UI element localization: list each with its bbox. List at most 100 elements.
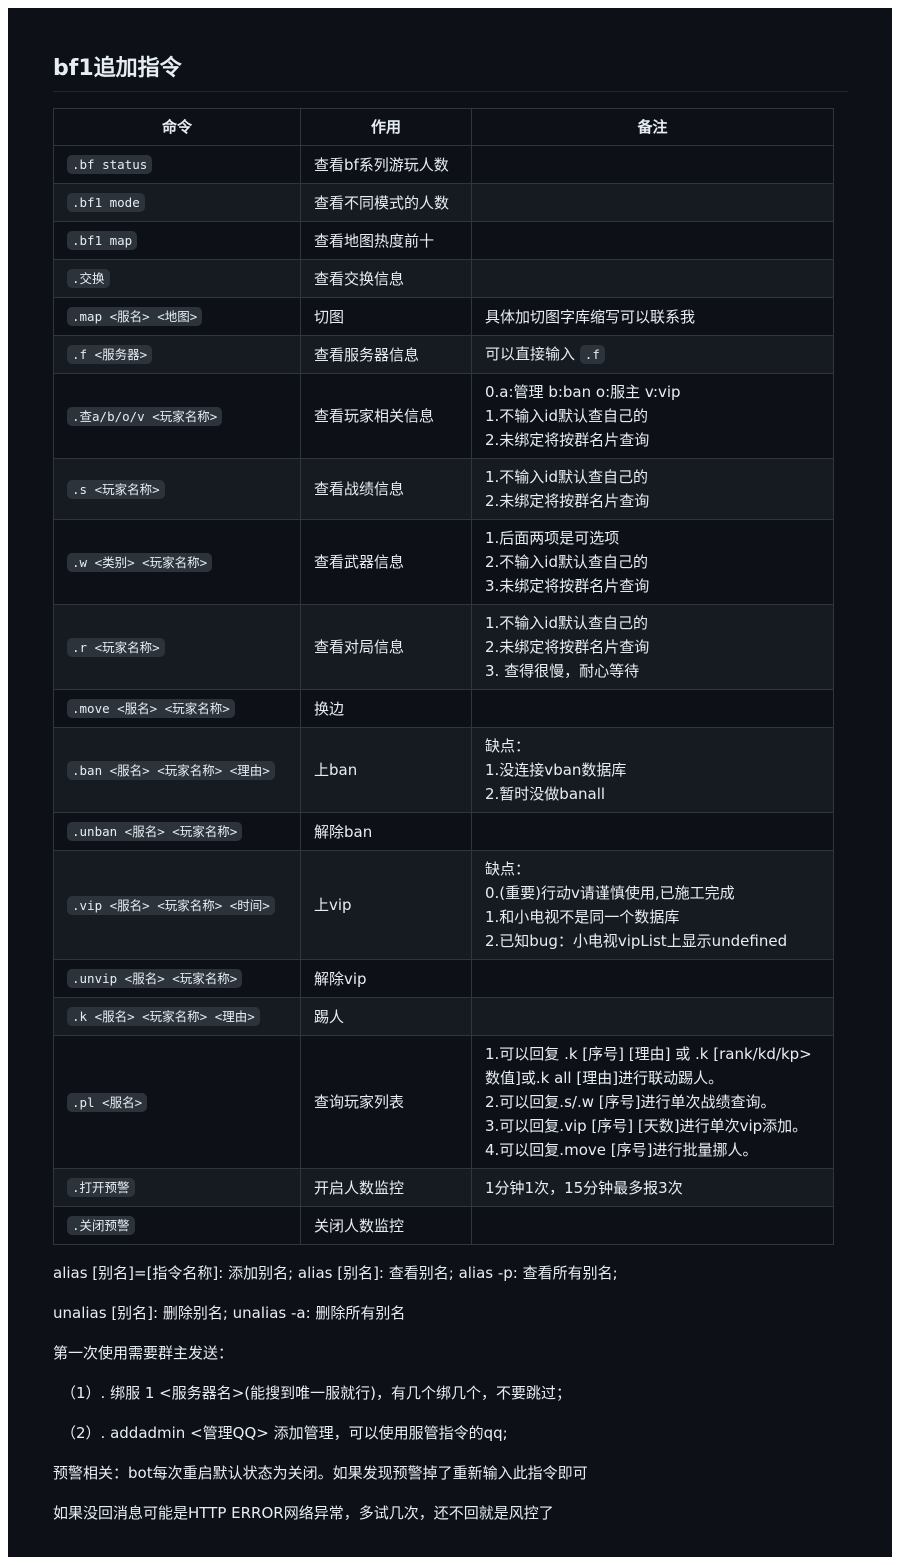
note-line: 1分钟1次，15分钟最多报3次 [485,1176,820,1200]
note-line: 3. 查得很慢，耐心等待 [485,659,820,683]
command-cell: .s <玩家名称> [53,458,301,520]
note-text: 1.不输入id默认查自己的 [485,468,649,486]
function-cell: 查看武器信息 [300,519,472,605]
note-text: 1.可以回复 .k [序号] [理由] 或 .k [rank/kd/kp>数值]… [485,1045,812,1087]
command-code: .交换 [67,269,110,288]
note-line: 1.没连接vban数据库 [485,758,820,782]
note-text: 0.a:管理 b:ban o:服主 v:vip [485,383,681,401]
command-cell: .f <服务器> [53,335,301,374]
function-cell: 查看交换信息 [300,259,472,298]
paragraph: （1）. 绑服 1 <服务器名>(能搜到唯一服就行)，有几个绑几个，不要跳过； [61,1384,572,1402]
command-cell: .unvip <服名> <玩家名称> [53,959,301,998]
paragraph: 第一次使用需要群主发送： [53,1344,234,1362]
notes-cell [471,183,834,222]
command-code: .move <服名> <玩家名称> [67,699,235,718]
command-cell: .查a/b/o/v <玩家名称> [53,373,301,459]
note-text: 4.可以回复.move [序号]进行批量挪人。 [485,1141,758,1159]
header-notes: 备注 [471,108,834,146]
function-cell: 查看不同模式的人数 [300,183,472,222]
notes-cell [471,959,834,998]
paragraph: 预警相关：bot每次重启默认状态为关闭。如果发现预警掉了重新输入此指令即可 [53,1464,588,1482]
note-text: 0.(重要)行动v请谨慎使用,已施工完成 [485,884,735,902]
paragraph: （2）. addadmin <管理QQ> 添加管理，可以使用服管指令的qq; [61,1424,508,1442]
command-code: .bf1 mode [67,193,145,212]
table-row: .s <玩家名称> 查看战绩信息 1.不输入id默认查自己的 2.未绑定将按群名片查询 [53,458,834,520]
table-row: .查a/b/o/v <玩家名称> 查看玩家相关信息 0.a:管理 b:ban o:服… [53,373,834,459]
table-row: .k <服名> <玩家名称> <理由> 踢人 [53,997,834,1036]
note-text: 2.未绑定将按群名片查询 [485,638,650,656]
command-cell: .r <玩家名称> [53,604,301,690]
command-cell: .bf status [53,145,301,184]
table-row: .pl <服名> 查询玩家列表 1.可以回复 .k [序号] [理由] 或 .k [… [53,1035,834,1169]
command-cell: .ban <服名> <玩家名称> <理由> [53,727,301,813]
command-code: .bf status [67,155,153,174]
function-cell: 查看地图热度前十 [300,221,472,260]
notes-section: alias [别名]=[指令名称]: 添加别名; alias [别名]: 查看别… [53,1261,848,1525]
command-table: 命令 作用 备注 .bf status 查看bf系列游玩人数 .bf1 mode 查看… [53,108,834,1245]
function-cell: 关闭人数监控 [300,1206,472,1245]
note-line: 1.不输入id默认查自己的 [485,465,820,489]
command-code: .unban <服名> <玩家名称> [67,822,243,841]
notes-cell: 缺点： 1.没连接vban数据库 2.暂时没做banall [471,727,834,813]
note-line: 缺点： [485,857,820,881]
command-code: .ban <服名> <玩家名称> <理由> [67,760,275,780]
table-row: .vip <服名> <玩家名称> <时间> 上vip 缺点： 0.(重要)行动v请谨慎… [53,850,834,960]
function-cell: 查看对局信息 [300,604,472,690]
table-row: .r <玩家名称> 查看对局信息 1.不输入id默认查自己的 2.未绑定将按群名片查询… [53,604,834,690]
function-cell: 查看战绩信息 [300,458,472,520]
notes-cell: 具体加切图字库缩写可以联系我 [471,297,834,336]
notes-cell: 1.可以回复 .k [序号] [理由] 或 .k [rank/kd/kp>数值]… [471,1035,834,1169]
note-text: 1分钟1次，15分钟最多报3次 [485,1178,683,1197]
command-code: .w <类别> <玩家名称> [67,552,213,572]
function-cell: 查看玩家相关信息 [300,373,472,459]
function-cell: 上ban [300,727,472,813]
note-text: 1.和小电视不是同一个数据库 [485,908,680,926]
note-line: 0.(重要)行动v请谨慎使用,已施工完成 [485,881,820,905]
document-content: bf1追加指令 命令 作用 备注 .bf status 查看bf系列游玩人数 .bf… [53,54,848,1525]
table-row: .w <类别> <玩家名称> 查看武器信息 1.后面两项是可选项 2.不输入id默认查… [53,519,834,605]
note-line: 3.未绑定将按群名片查询 [485,574,820,598]
function-cell: 解除vip [300,959,472,998]
table-header-row: 命令 作用 备注 [53,108,834,146]
command-cell: .交换 [53,259,301,298]
note-line: 2.已知bug：小电视vipList上显示undefined [485,929,820,953]
document-frame: bf1追加指令 命令 作用 备注 .bf status 查看bf系列游玩人数 .bf… [8,8,892,1557]
command-code: .vip <服名> <玩家名称> <时间> [67,895,275,915]
function-cell: 切图 [300,297,472,336]
command-cell: .bf1 map [53,221,301,260]
command-cell: .pl <服名> [53,1035,301,1169]
notes-cell: 1.后面两项是可选项 2.不输入id默认查自己的 3.未绑定将按群名片查询 [471,519,834,605]
command-code: .f <服务器> [67,345,153,364]
notes-cell [471,145,834,184]
note-line: 0.a:管理 b:ban o:服主 v:vip [485,380,820,404]
table-row: .交换 查看交换信息 [53,259,834,298]
note-text: 1.不输入id默认查自己的 [485,614,649,632]
command-cell: .move <服名> <玩家名称> [53,689,301,728]
function-cell: 解除ban [300,812,472,851]
note-text: 缺点： [485,737,531,755]
note-text: 1.没连接vban数据库 [485,761,627,779]
table-row: .unvip <服名> <玩家名称> 解除vip [53,959,834,998]
note-line: 2.可以回复.s/.w [序号]进行单次战绩查询。 [485,1090,820,1114]
command-code: .unvip <服名> <玩家名称> [67,969,243,988]
command-cell: .unban <服名> <玩家名称> [53,812,301,851]
table-body: .bf status 查看bf系列游玩人数 .bf1 mode 查看不同模式的人数 .b… [53,145,834,1245]
page-title: bf1追加指令 [53,54,848,92]
note-line: 2.暂时没做banall [485,782,820,806]
notes-cell: 可以直接输入 .f [471,335,834,374]
note-text: 3. 查得很慢，耐心等待 [485,662,640,680]
command-code: .pl <服名> [67,1092,148,1112]
function-cell: 踢人 [300,997,472,1036]
note-text: 1.后面两项是可选项 [485,529,620,547]
function-cell: 查看服务器信息 [300,335,472,374]
notes-cell: 1.不输入id默认查自己的 2.未绑定将按群名片查询 [471,458,834,520]
table-row: .打开预警 开启人数监控 1分钟1次，15分钟最多报3次 [53,1168,834,1207]
command-code: .关闭预警 [67,1216,135,1235]
note-text: 缺点： [485,860,531,878]
note-text: 可以直接输入 [485,345,576,363]
table-row: .f <服务器> 查看服务器信息 可以直接输入 .f [53,335,834,374]
note-line: 2.未绑定将按群名片查询 [485,428,820,452]
function-cell: 上vip [300,850,472,960]
command-cell: .打开预警 [53,1168,301,1207]
note-line: 2.未绑定将按群名片查询 [485,489,820,513]
